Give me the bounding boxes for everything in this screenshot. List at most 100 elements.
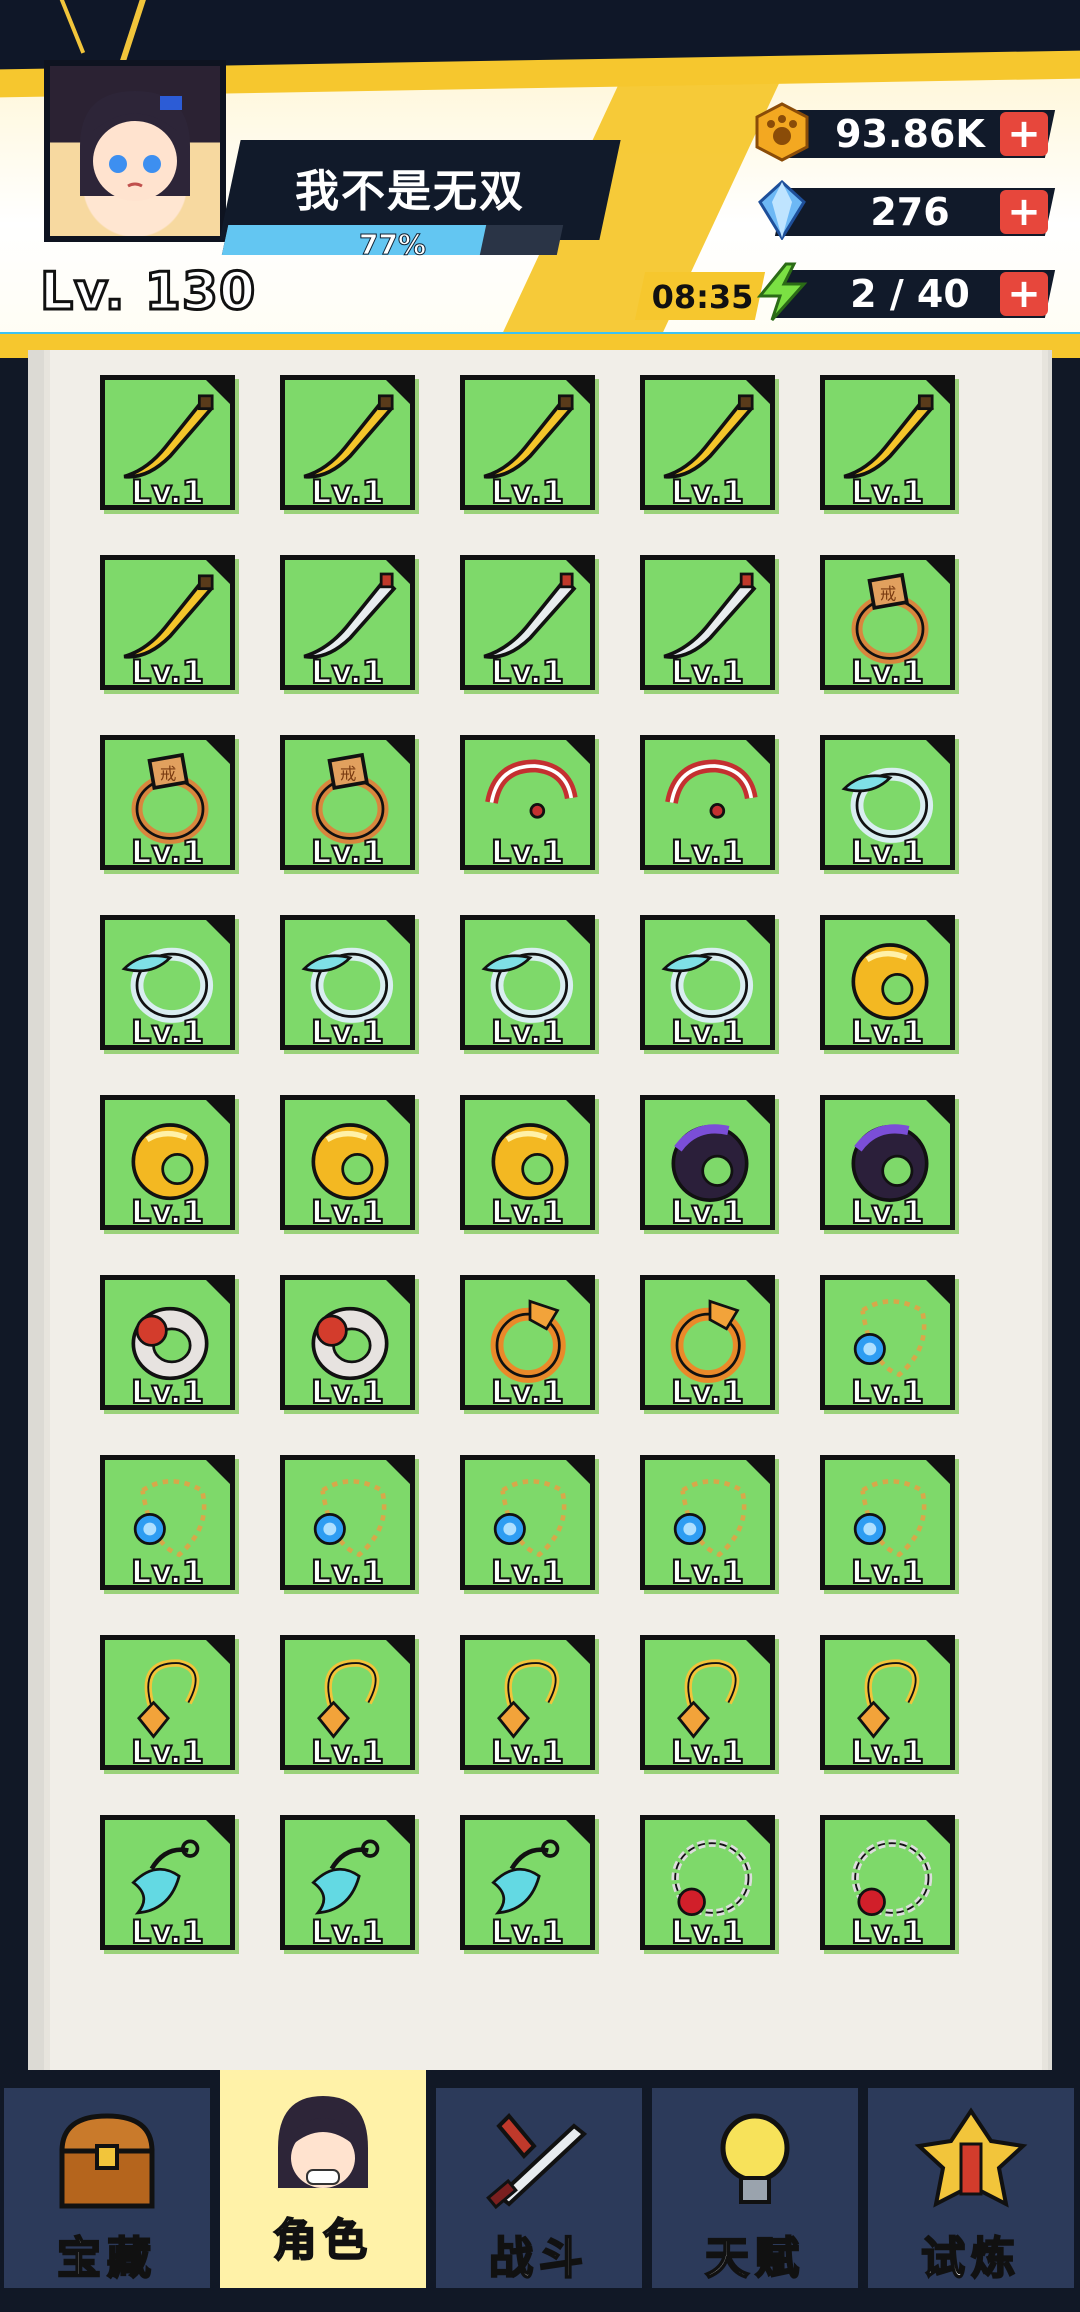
lightning-decoration <box>117 0 149 69</box>
coins-value: 93.86K <box>835 112 985 156</box>
equipment-slot[interactable]: 戒 Lv.1 <box>100 735 235 872</box>
equipment-slot[interactable]: Lv.1 <box>820 1095 955 1232</box>
item-level-label: Lv.1 <box>130 1012 205 1052</box>
equipment-slot[interactable]: Lv.1 <box>100 555 235 692</box>
equipment-slot[interactable]: Lv.1 <box>100 375 235 512</box>
equipment-slot[interactable]: Lv.1 <box>280 555 415 692</box>
equipment-slot[interactable]: Lv.1 <box>280 915 415 1052</box>
equipment-slot[interactable]: Lv.1 <box>820 735 955 872</box>
nav-tab[interactable]: 试炼 <box>868 2088 1074 2288</box>
equipment-slot[interactable]: Lv.1 <box>640 1455 775 1592</box>
item-level-label: Lv.1 <box>130 1192 205 1232</box>
equipment-slot[interactable]: Lv.1 <box>100 1635 235 1772</box>
item-level-label: Lv.1 <box>670 1192 745 1232</box>
energy-value: 2 / 40 <box>850 272 970 316</box>
equipment-slot[interactable]: Lv.1 <box>460 375 595 512</box>
equipment-slot[interactable]: Lv.1 <box>460 555 595 692</box>
equipment-slot[interactable]: Lv.1 <box>460 1275 595 1412</box>
player-name[interactable]: 我不是无双 <box>240 155 580 219</box>
equipment-slot[interactable]: Lv.1 <box>460 1455 595 1592</box>
item-level-label: Lv.1 <box>670 1732 745 1772</box>
equipment-slot[interactable]: Lv.1 <box>460 915 595 1052</box>
equipment-slot[interactable]: Lv.1 <box>280 1455 415 1592</box>
item-level-label: Lv.1 <box>130 1372 205 1412</box>
equipment-slot[interactable]: Lv.1 <box>640 555 775 692</box>
gems-value: 276 <box>870 190 950 234</box>
equipment-slot[interactable]: Lv.1 <box>640 915 775 1052</box>
trophy-emblem-icon <box>911 2106 1031 2216</box>
resource-gems: 276 + <box>758 180 1060 240</box>
item-level-label: Lv.1 <box>490 832 565 872</box>
equipment-slot[interactable]: Lv.1 <box>280 375 415 512</box>
item-level-label: Lv.1 <box>670 1372 745 1412</box>
equipment-slot[interactable]: Lv.1 <box>640 735 775 872</box>
nav-tab[interactable]: 宝藏 <box>4 2088 210 2288</box>
equipment-slot[interactable]: Lv.1 <box>460 1095 595 1232</box>
equipment-slot[interactable]: Lv.1 <box>640 1275 775 1412</box>
equipment-slot[interactable]: Lv.1 <box>640 1815 775 1952</box>
item-level-label: Lv.1 <box>490 472 565 512</box>
item-level-label: Lv.1 <box>310 1552 385 1592</box>
item-level-label: Lv.1 <box>670 472 745 512</box>
equipment-slot[interactable]: Lv.1 <box>820 1455 955 1592</box>
equipment-slot[interactable]: 戒 Lv.1 <box>280 735 415 872</box>
item-level-label: Lv.1 <box>310 1192 385 1232</box>
add-gems-button[interactable]: + <box>1000 189 1048 235</box>
character-portrait-icon <box>80 91 190 201</box>
item-level-label: Lv.1 <box>310 652 385 692</box>
nav-tab-label: 战斗 <box>488 2232 589 2285</box>
equipment-slot[interactable]: Lv.1 <box>820 375 955 512</box>
character-portrait-icon <box>263 2088 383 2198</box>
nav-tab-label: 宝藏 <box>56 2232 157 2285</box>
add-energy-button[interactable]: + <box>1000 271 1048 317</box>
equipment-slot[interactable]: Lv.1 <box>100 1815 235 1952</box>
equipment-slot[interactable]: Lv.1 <box>460 1635 595 1772</box>
nav-tab[interactable]: 角色 <box>220 2070 426 2288</box>
equipment-slot[interactable]: Lv.1 <box>460 735 595 872</box>
equipment-slot[interactable]: Lv.1 <box>280 1275 415 1412</box>
equipment-slot[interactable]: Lv.1 <box>820 1275 955 1412</box>
item-level-label: Lv.1 <box>130 1912 205 1952</box>
item-level-label: Lv.1 <box>850 1372 925 1412</box>
item-level-label: Lv.1 <box>310 1372 385 1412</box>
item-level-label: Lv.1 <box>310 472 385 512</box>
equipment-slot[interactable]: Lv.1 <box>280 1815 415 1952</box>
item-level-label: Lv.1 <box>490 1732 565 1772</box>
item-level-label: Lv.1 <box>850 832 925 872</box>
player-level: Lv. 130 <box>38 261 257 324</box>
item-level-label: Lv.1 <box>130 652 205 692</box>
item-level-label: Lv.1 <box>670 1012 745 1052</box>
avatar <box>50 66 220 236</box>
inventory-grid[interactable]: Lv.1 Lv.1 Lv.1 Lv.1 Lv.1 Lv.1 Lv.1 Lv.1 Lv.1 戒 Lv.… <box>100 375 980 1952</box>
equipment-slot[interactable]: Lv.1 <box>640 1635 775 1772</box>
equipment-slot[interactable]: Lv.1 <box>820 915 955 1052</box>
add-coins-button[interactable]: + <box>1000 111 1048 157</box>
nav-tab-label: 角色 <box>272 2214 373 2267</box>
lightbulb-icon <box>695 2106 815 2216</box>
lightning-energy-icon <box>750 260 814 324</box>
equipment-slot[interactable]: Lv.1 <box>100 915 235 1052</box>
equipment-slot[interactable]: Lv.1 <box>460 1815 595 1952</box>
equipment-slot[interactable]: Lv.1 <box>820 1815 955 1952</box>
player-avatar-button[interactable] <box>44 60 226 242</box>
equipment-slot[interactable]: Lv.1 <box>100 1455 235 1592</box>
item-level-label: Lv.1 <box>130 1732 205 1772</box>
item-level-label: Lv.1 <box>130 472 205 512</box>
equipment-slot[interactable]: 戒 Lv.1 <box>820 555 955 692</box>
equipment-slot[interactable]: Lv.1 <box>280 1095 415 1232</box>
equipment-slot[interactable]: Lv.1 <box>820 1635 955 1772</box>
nav-tab[interactable]: 天赋 <box>652 2088 858 2288</box>
item-level-label: Lv.1 <box>490 1012 565 1052</box>
item-level-label: Lv.1 <box>130 1552 205 1592</box>
equipment-slot[interactable]: Lv.1 <box>100 1275 235 1412</box>
nav-tab[interactable]: 战斗 <box>436 2088 642 2288</box>
crossed-swords-icon <box>479 2106 599 2216</box>
equipment-slot[interactable]: Lv.1 <box>640 375 775 512</box>
item-level-label: Lv.1 <box>670 652 745 692</box>
item-level-label: Lv.1 <box>490 1372 565 1412</box>
equipment-slot[interactable]: Lv.1 <box>100 1095 235 1232</box>
equipment-slot[interactable]: Lv.1 <box>280 1635 415 1772</box>
exp-percent: 77% <box>358 228 427 262</box>
item-level-label: Lv.1 <box>490 652 565 692</box>
equipment-slot[interactable]: Lv.1 <box>640 1095 775 1232</box>
